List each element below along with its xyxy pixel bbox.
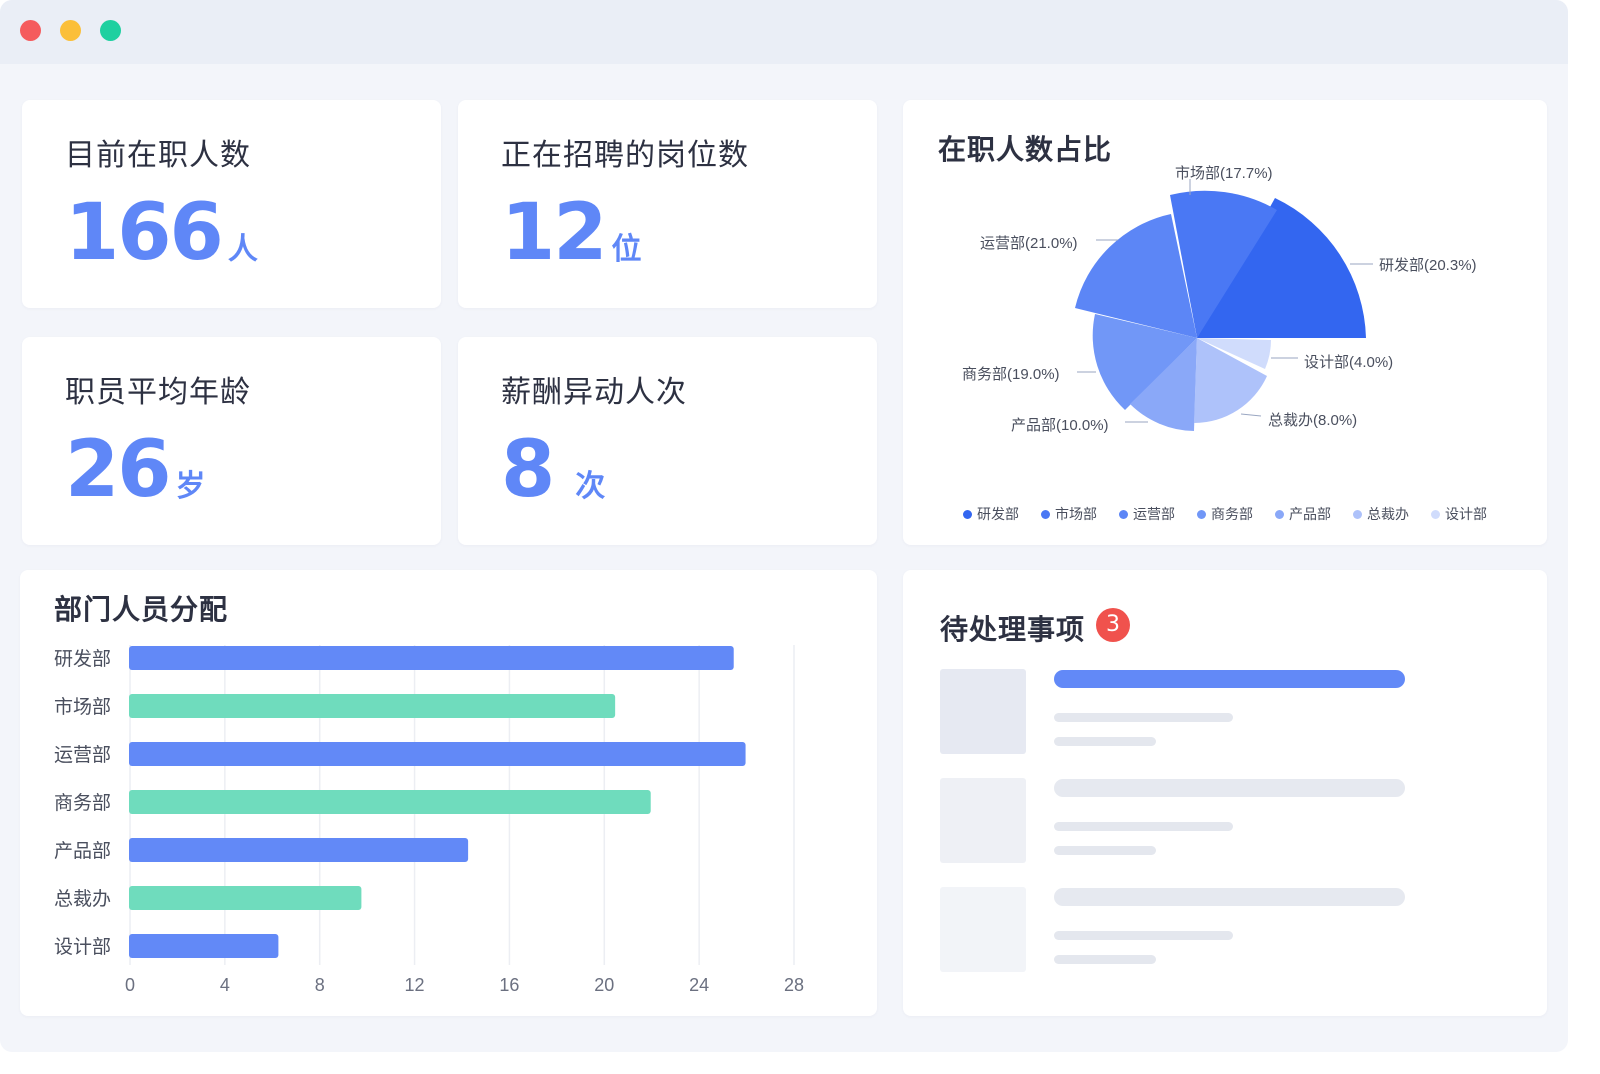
legend-dot	[1431, 509, 1440, 519]
stat-value: 8 次	[501, 425, 605, 515]
app-window: 目前在职人数 166 人 正在招聘的岗位数 12 位 职员平均年龄 26 岁 薪…	[0, 0, 1568, 1052]
todo-subtitle-line	[1054, 822, 1233, 831]
stat-title: 职员平均年龄	[65, 375, 251, 410]
minimize-window-button[interactable]	[60, 20, 81, 41]
x-tick-label: 16	[499, 975, 519, 995]
bar-2[interactable]	[129, 742, 746, 766]
stat-card-salary-changes: 薪酬异动人次 8 次	[458, 337, 877, 545]
todo-meta-line	[1054, 846, 1156, 855]
bar-chart-card: 部门人员分配 0 4 8 12 16 20 24 28 研发部 市场部 运营部 商务部 产品部 总裁办 设计…	[20, 570, 877, 1016]
title-bar	[0, 0, 1568, 64]
todo-card: 待处理事项 3	[903, 570, 1547, 1016]
todo-thumbnail	[940, 778, 1026, 863]
stat-unit: 位	[611, 232, 642, 267]
todo-title-line	[1054, 670, 1405, 688]
stat-value: 166 人	[65, 188, 258, 278]
bar-1[interactable]	[129, 694, 616, 718]
stat-card-employees: 目前在职人数 166 人	[22, 100, 441, 308]
legend-item[interactable]: 运营部	[1119, 504, 1197, 524]
legend-item[interactable]: 商务部	[1197, 504, 1275, 524]
pie-legend: 研发部 市场部 运营部 商务部 产品部 总裁办 设计部	[963, 504, 1509, 524]
bar-3[interactable]	[129, 790, 651, 814]
x-tick-label: 8	[315, 975, 325, 995]
x-tick-label: 24	[689, 975, 709, 995]
legend-item[interactable]: 市场部	[1041, 504, 1119, 524]
legend-dot	[963, 509, 972, 519]
legend-label: 运营部	[1133, 507, 1175, 523]
stat-title: 目前在职人数	[65, 138, 251, 173]
legend-item[interactable]: 设计部	[1431, 504, 1509, 524]
todo-subtitle-line	[1054, 931, 1233, 940]
legend-dot	[1353, 509, 1362, 519]
stat-number: 26	[65, 425, 172, 515]
stat-value: 12 位	[501, 188, 642, 278]
stat-unit: 人	[227, 232, 258, 267]
legend-dot	[1197, 509, 1206, 519]
x-tick-label: 20	[594, 975, 614, 995]
legend-dot	[1275, 509, 1284, 519]
todo-title-line	[1054, 779, 1405, 797]
bar-0[interactable]	[129, 646, 734, 670]
todo-meta-line	[1054, 737, 1156, 746]
legend-dot	[1041, 509, 1050, 519]
bar-4[interactable]	[129, 838, 469, 862]
y-category-label: 市场部	[54, 696, 111, 718]
y-category-label: 运营部	[54, 744, 111, 766]
legend-dot	[1119, 509, 1128, 519]
legend-item[interactable]: 产品部	[1275, 504, 1353, 524]
bar-6[interactable]	[129, 934, 279, 958]
stat-unit: 岁	[175, 469, 206, 504]
stat-unit: 次	[575, 469, 606, 504]
close-window-button[interactable]	[20, 20, 41, 41]
pie-chart: 研发部(20.3%) 市场部(17.7%) 运营部(21.0%) 商务部(19.…	[962, 165, 1477, 434]
stat-number: 12	[501, 188, 608, 278]
x-tick-label: 4	[220, 975, 230, 995]
stat-title: 薪酬异动人次	[501, 375, 687, 410]
y-category-label: 研发部	[54, 648, 111, 670]
stat-value: 26 岁	[65, 425, 206, 515]
pie-label-sheji: 设计部(4.0%)	[1304, 354, 1393, 371]
pie-label-zongcai: 总裁办(8.0%)	[1268, 412, 1357, 429]
todo-title: 待处理事项	[940, 613, 1086, 646]
stat-card-average-age: 职员平均年龄 26 岁	[22, 337, 441, 545]
stat-number: 166	[65, 188, 224, 278]
stat-number: 8	[501, 425, 555, 515]
pie-label-chanpin: 产品部(10.0%)	[1011, 417, 1109, 434]
pie-label-shichang: 市场部(17.7%)	[1175, 165, 1273, 182]
legend-label: 产品部	[1289, 507, 1331, 523]
legend-label: 总裁办	[1367, 507, 1409, 523]
todo-count-badge: 3	[1096, 608, 1130, 642]
pie-label-yunying: 运营部(21.0%)	[980, 235, 1078, 252]
legend-item[interactable]: 总裁办	[1353, 504, 1431, 524]
bar-chart: 0 4 8 12 16 20 24 28 研发部市场部运营部商务部产品部总裁办设计部	[54, 645, 804, 995]
pie-label-yanfa: 研发部(20.3%)	[1379, 257, 1477, 274]
legend-item[interactable]: 研发部	[963, 504, 1041, 524]
y-category-label: 产品部	[54, 840, 111, 862]
todo-meta-line	[1054, 955, 1156, 964]
x-tick-label: 28	[784, 975, 804, 995]
y-category-label: 商务部	[54, 792, 111, 814]
legend-label: 设计部	[1445, 507, 1487, 523]
legend-label: 市场部	[1055, 507, 1097, 523]
maximize-window-button[interactable]	[100, 20, 121, 41]
stat-title: 正在招聘的岗位数	[501, 138, 749, 173]
legend-label: 研发部	[977, 507, 1019, 523]
legend-label: 商务部	[1211, 507, 1253, 523]
todo-thumbnail	[940, 669, 1026, 754]
todo-subtitle-line	[1054, 713, 1233, 722]
todo-title-line	[1054, 888, 1405, 906]
stat-card-recruiting: 正在招聘的岗位数 12 位	[458, 100, 877, 308]
todo-thumbnail	[940, 887, 1026, 972]
pie-label-shangwu: 商务部(19.0%)	[962, 366, 1060, 383]
bar-5[interactable]	[129, 886, 362, 910]
pie-chart-card: 在职人数占比 研发部(20.3%) 市场部(17.7%) 运营部(21.0%) …	[903, 100, 1547, 545]
y-category-label: 总裁办	[54, 888, 111, 910]
x-tick-label: 12	[405, 975, 425, 995]
x-tick-label: 0	[125, 975, 135, 995]
y-category-label: 设计部	[54, 936, 111, 958]
